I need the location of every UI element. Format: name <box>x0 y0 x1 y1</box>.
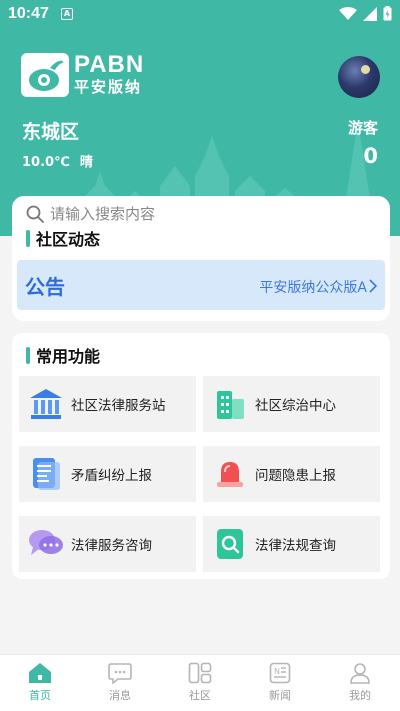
brand-name-en: PABN <box>74 51 145 78</box>
function-legal-service-station[interactable]: 社区法律服务站 <box>19 376 196 432</box>
svg-text:N: N <box>274 667 280 676</box>
user-role-label: 游客 <box>347 119 378 137</box>
alarm-siren-icon <box>211 455 249 493</box>
search-bar[interactable]: 请输入搜索内容 <box>26 203 155 224</box>
tab-profile[interactable]: 我的 <box>320 655 400 711</box>
status-time: 10:47 <box>8 5 49 22</box>
function-law-search[interactable]: 法律法规查询 <box>203 516 380 572</box>
community-section-title: 社区动态 <box>26 226 100 250</box>
weather-condition: 晴 <box>79 155 93 170</box>
function-legal-consult[interactable]: 法律服务咨询 <box>19 516 196 572</box>
message-icon <box>108 663 132 684</box>
status-bar: 10:47 A <box>0 0 400 28</box>
notice-text: 平安版纳公众版A <box>259 280 367 296</box>
chevron-right-icon <box>369 279 377 293</box>
community-icon <box>188 662 212 684</box>
district-name[interactable]: 东城区 <box>22 117 79 144</box>
profile-icon <box>350 663 370 684</box>
app-logo: PABN 平安版纳 <box>20 52 144 98</box>
weather-info: 10.0℃ 晴 <box>22 151 93 170</box>
notice-label: 公告 <box>25 275 65 299</box>
signal-icon <box>363 6 377 21</box>
tab-news[interactable]: N 新闻 <box>240 655 320 711</box>
chat-bubbles-icon <box>27 525 65 563</box>
notice-banner[interactable]: 公告 平安版纳公众版A <box>17 260 385 310</box>
user-count: 0 <box>363 144 378 168</box>
function-dispute-report[interactable]: 矛盾纠纷上报 <box>19 446 196 502</box>
functions-section-title: 常用功能 <box>26 343 100 367</box>
notification-a-icon: A <box>61 8 73 20</box>
search-icon <box>26 205 44 223</box>
search-input[interactable]: 请输入搜索内容 <box>50 203 155 224</box>
peacock-logo-icon <box>21 53 69 97</box>
functions-card: 常用功能 社区法律服务站 社区综治中心 矛盾纠纷上报 问题隐患上报 法律服务咨询… <box>12 333 390 579</box>
search-document-icon <box>211 525 249 563</box>
news-icon: N <box>269 662 291 684</box>
building-icon <box>211 385 249 423</box>
tab-messages[interactable]: 消息 <box>80 655 160 711</box>
battery-icon <box>383 6 392 21</box>
report-form-icon <box>27 455 65 493</box>
courthouse-icon <box>27 385 65 423</box>
bottom-navigation: 首页 消息 社区 N 新闻 我的 <box>0 654 400 711</box>
tab-community[interactable]: 社区 <box>160 655 240 711</box>
function-governance-center[interactable]: 社区综治中心 <box>203 376 380 432</box>
home-icon <box>29 663 51 683</box>
wifi-icon <box>339 6 357 20</box>
brand-name-cn: 平安版纳 <box>74 78 143 96</box>
function-hazard-report[interactable]: 问题隐患上报 <box>203 446 380 502</box>
community-card: 请输入搜索内容 社区动态 公告 平安版纳公众版A <box>12 196 390 321</box>
user-avatar[interactable] <box>338 56 380 98</box>
tab-home[interactable]: 首页 <box>0 655 80 711</box>
temperature: 10.0℃ <box>22 155 70 170</box>
